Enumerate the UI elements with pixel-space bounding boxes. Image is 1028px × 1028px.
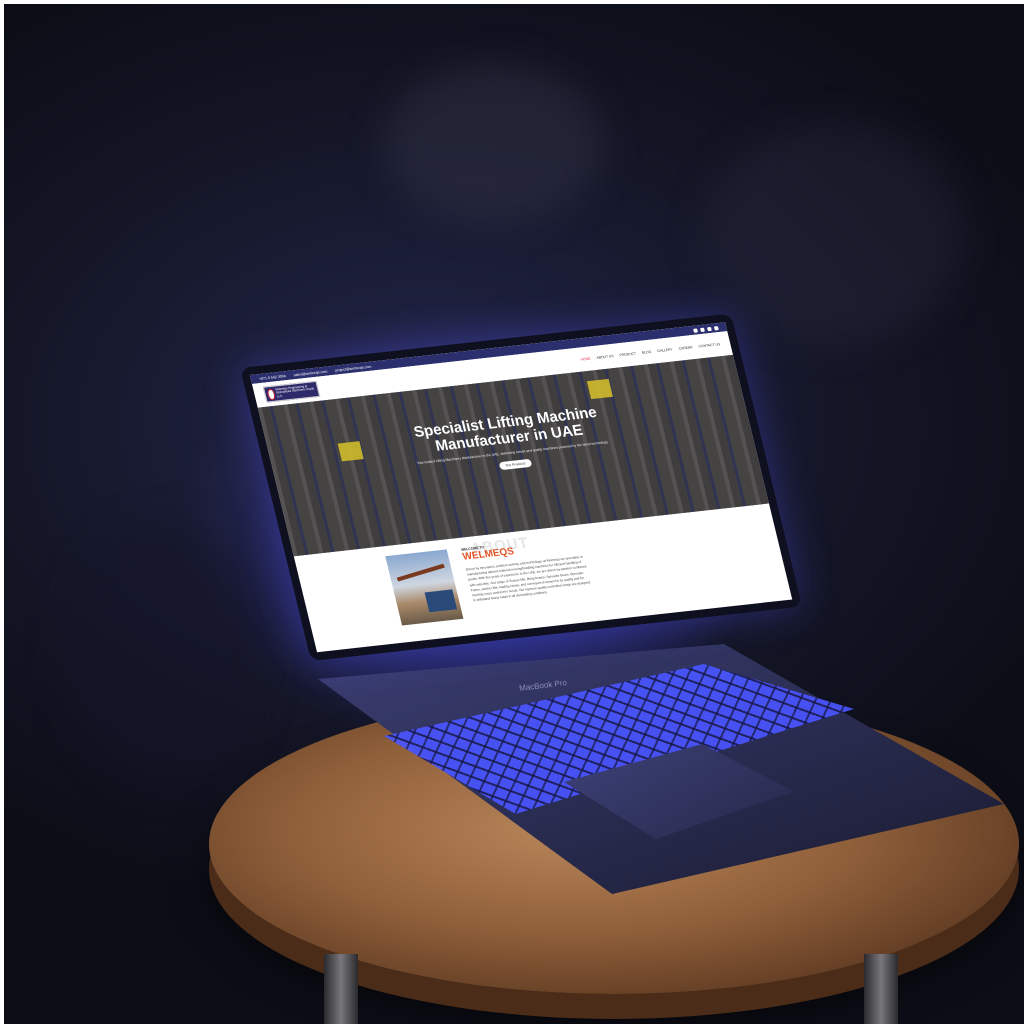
hero-title: Specialist Lifting Machine Manufacturer … (412, 403, 599, 455)
nav-item-product[interactable]: PRODUCT (619, 351, 637, 357)
social-links (692, 325, 719, 333)
nav-item-gallery[interactable]: GALLERY (657, 347, 673, 353)
about-image (385, 549, 464, 626)
site-logo[interactable]: Welmeqs Engineering & Specialised Machin… (262, 380, 321, 403)
photo-scene: MacBook Pro +971 6 542 3004 sales@welmeq… (4, 4, 1024, 1024)
wall-texture (704, 124, 964, 344)
facebook-icon[interactable] (692, 327, 698, 333)
logo-mark-icon (266, 388, 276, 400)
about-paragraph: Driven by innovation, problem-solving, a… (465, 554, 591, 603)
truck-image (424, 589, 458, 613)
logo-text: Welmeqs Engineering & Specialised Machin… (274, 383, 316, 399)
nav-item-career[interactable]: CAREER (678, 345, 693, 351)
our-products-button[interactable]: Our Products (498, 458, 533, 471)
twitter-icon[interactable] (699, 327, 705, 332)
nav-item-contact[interactable]: CONTACT US (698, 342, 720, 348)
linkedin-icon[interactable] (706, 326, 712, 331)
steel-beam-image (396, 563, 445, 582)
nav-item-blog[interactable]: BLOG (642, 350, 652, 355)
hero-content: Specialist Lifting Machine Manufacturer … (266, 389, 754, 495)
stool-leg (864, 954, 898, 1024)
nav-item-about[interactable]: ABOUT US (596, 354, 614, 360)
instagram-icon[interactable] (713, 325, 719, 330)
wall-texture (384, 64, 604, 224)
lift-cage-image (586, 378, 613, 400)
website-page: +971 6 542 3004 sales@welmeqs.com projec… (249, 322, 793, 653)
laptop-screen: +971 6 542 3004 sales@welmeqs.com projec… (240, 313, 803, 662)
nav-item-home[interactable]: HOME (580, 357, 591, 362)
stool-leg (324, 954, 358, 1024)
